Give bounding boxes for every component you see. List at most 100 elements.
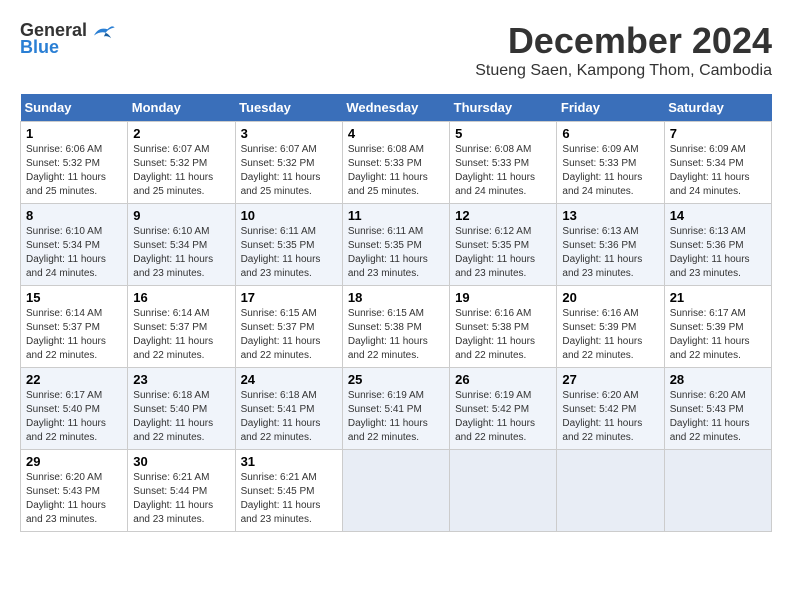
- page-container: General Blue December 2024 Stueng Saen, …: [20, 20, 772, 532]
- day-info: Sunrise: 6:07 AMSunset: 5:32 PMDaylight:…: [241, 143, 337, 199]
- day-info: Sunrise: 6:17 AMSunset: 5:40 PMDaylight:…: [26, 389, 122, 445]
- week-row-4: 22 Sunrise: 6:17 AMSunset: 5:40 PMDayligh…: [21, 368, 772, 450]
- weekday-sunday: Sunday: [21, 94, 128, 122]
- day-number: 1: [26, 126, 122, 141]
- day-cell: 24 Sunrise: 6:18 AMSunset: 5:41 PMDayligh…: [235, 368, 342, 450]
- day-info: Sunrise: 6:21 AMSunset: 5:44 PMDaylight:…: [133, 471, 229, 527]
- day-cell: 28 Sunrise: 6:20 AMSunset: 5:43 PMDayligh…: [664, 368, 771, 450]
- day-cell: 13Sunrise: 6:13 AMSunset: 5:36 PMDayligh…: [557, 204, 664, 286]
- day-cell: 4Sunrise: 6:08 AMSunset: 5:33 PMDaylight…: [342, 122, 449, 204]
- day-number: 15: [26, 290, 122, 305]
- day-number: 8: [26, 208, 122, 223]
- day-cell: [450, 450, 557, 532]
- day-cell: [557, 450, 664, 532]
- day-info: Sunrise: 6:18 AMSunset: 5:40 PMDaylight:…: [133, 389, 229, 445]
- day-cell: 15 Sunrise: 6:14 AMSunset: 5:37 PMDayligh…: [21, 286, 128, 368]
- weekday-saturday: Saturday: [664, 94, 771, 122]
- day-number: 11: [348, 208, 444, 223]
- day-info: Sunrise: 6:14 AMSunset: 5:37 PMDaylight:…: [26, 307, 122, 363]
- day-cell: 12Sunrise: 6:12 AMSunset: 5:35 PMDayligh…: [450, 204, 557, 286]
- day-number: 31: [241, 454, 337, 469]
- day-info: Sunrise: 6:09 AMSunset: 5:34 PMDaylight:…: [670, 143, 766, 199]
- day-number: 22: [26, 372, 122, 387]
- calendar-table: SundayMondayTuesdayWednesdayThursdayFrid…: [20, 94, 772, 532]
- day-cell: 3 Sunrise: 6:07 AMSunset: 5:32 PMDaylight…: [235, 122, 342, 204]
- day-cell: 6Sunrise: 6:09 AMSunset: 5:33 PMDaylight…: [557, 122, 664, 204]
- day-cell: 29 Sunrise: 6:20 AMSunset: 5:43 PMDayligh…: [21, 450, 128, 532]
- day-number: 3: [241, 126, 337, 141]
- day-info: Sunrise: 6:13 AMSunset: 5:36 PMDaylight:…: [670, 225, 766, 281]
- day-cell: 30Sunrise: 6:21 AMSunset: 5:44 PMDayligh…: [128, 450, 235, 532]
- day-cell: 27Sunrise: 6:20 AMSunset: 5:42 PMDayligh…: [557, 368, 664, 450]
- day-number: 20: [562, 290, 658, 305]
- week-row-5: 29 Sunrise: 6:20 AMSunset: 5:43 PMDayligh…: [21, 450, 772, 532]
- day-info: Sunrise: 6:19 AMSunset: 5:41 PMDaylight:…: [348, 389, 444, 445]
- day-info: Sunrise: 6:20 AMSunset: 5:42 PMDaylight:…: [562, 389, 658, 445]
- weekday-thursday: Thursday: [450, 94, 557, 122]
- day-number: 4: [348, 126, 444, 141]
- month-title: December 2024: [475, 20, 772, 62]
- header: General Blue December 2024 Stueng Saen, …: [20, 20, 772, 90]
- day-info: Sunrise: 6:10 AMSunset: 5:34 PMDaylight:…: [133, 225, 229, 281]
- day-number: 21: [670, 290, 766, 305]
- day-cell: 9 Sunrise: 6:10 AMSunset: 5:34 PMDaylight…: [128, 204, 235, 286]
- day-info: Sunrise: 6:16 AMSunset: 5:38 PMDaylight:…: [455, 307, 551, 363]
- day-number: 5: [455, 126, 551, 141]
- day-number: 29: [26, 454, 122, 469]
- day-info: Sunrise: 6:14 AMSunset: 5:37 PMDaylight:…: [133, 307, 229, 363]
- day-cell: 18 Sunrise: 6:15 AMSunset: 5:38 PMDayligh…: [342, 286, 449, 368]
- day-cell: 20 Sunrise: 6:16 AMSunset: 5:39 PMDayligh…: [557, 286, 664, 368]
- day-cell: 19 Sunrise: 6:16 AMSunset: 5:38 PMDayligh…: [450, 286, 557, 368]
- day-cell: 5 Sunrise: 6:08 AMSunset: 5:33 PMDaylight…: [450, 122, 557, 204]
- day-info: Sunrise: 6:20 AMSunset: 5:43 PMDaylight:…: [670, 389, 766, 445]
- day-info: Sunrise: 6:21 AMSunset: 5:45 PMDaylight:…: [241, 471, 337, 527]
- day-cell: 26Sunrise: 6:19 AMSunset: 5:42 PMDayligh…: [450, 368, 557, 450]
- week-row-1: 1 Sunrise: 6:06 AMSunset: 5:32 PMDaylight…: [21, 122, 772, 204]
- weekday-friday: Friday: [557, 94, 664, 122]
- weekday-wednesday: Wednesday: [342, 94, 449, 122]
- week-row-3: 15 Sunrise: 6:14 AMSunset: 5:37 PMDayligh…: [21, 286, 772, 368]
- day-number: 7: [670, 126, 766, 141]
- day-cell: [664, 450, 771, 532]
- day-cell: 25Sunrise: 6:19 AMSunset: 5:41 PMDayligh…: [342, 368, 449, 450]
- day-cell: 21 Sunrise: 6:17 AMSunset: 5:39 PMDayligh…: [664, 286, 771, 368]
- day-cell: 31 Sunrise: 6:21 AMSunset: 5:45 PMDayligh…: [235, 450, 342, 532]
- day-info: Sunrise: 6:06 AMSunset: 5:32 PMDaylight:…: [26, 143, 122, 199]
- day-cell: 10Sunrise: 6:11 AMSunset: 5:35 PMDayligh…: [235, 204, 342, 286]
- day-cell: 2Sunrise: 6:07 AMSunset: 5:32 PMDaylight…: [128, 122, 235, 204]
- day-info: Sunrise: 6:15 AMSunset: 5:38 PMDaylight:…: [348, 307, 444, 363]
- day-number: 19: [455, 290, 551, 305]
- weekday-header-row: SundayMondayTuesdayWednesdayThursdayFrid…: [21, 94, 772, 122]
- title-area: December 2024 Stueng Saen, Kampong Thom,…: [475, 20, 772, 90]
- day-number: 9: [133, 208, 229, 223]
- day-cell: 23 Sunrise: 6:18 AMSunset: 5:40 PMDayligh…: [128, 368, 235, 450]
- day-info: Sunrise: 6:12 AMSunset: 5:35 PMDaylight:…: [455, 225, 551, 281]
- week-row-2: 8 Sunrise: 6:10 AMSunset: 5:34 PMDaylight…: [21, 204, 772, 286]
- day-cell: 11 Sunrise: 6:11 AMSunset: 5:35 PMDayligh…: [342, 204, 449, 286]
- day-cell: 16 Sunrise: 6:14 AMSunset: 5:37 PMDayligh…: [128, 286, 235, 368]
- day-number: 24: [241, 372, 337, 387]
- day-info: Sunrise: 6:20 AMSunset: 5:43 PMDaylight:…: [26, 471, 122, 527]
- day-number: 28: [670, 372, 766, 387]
- day-cell: 22 Sunrise: 6:17 AMSunset: 5:40 PMDayligh…: [21, 368, 128, 450]
- day-info: Sunrise: 6:17 AMSunset: 5:39 PMDaylight:…: [670, 307, 766, 363]
- day-info: Sunrise: 6:10 AMSunset: 5:34 PMDaylight:…: [26, 225, 122, 281]
- day-number: 2: [133, 126, 229, 141]
- day-number: 18: [348, 290, 444, 305]
- logo-bird-icon: [89, 22, 117, 40]
- day-cell: 8 Sunrise: 6:10 AMSunset: 5:34 PMDaylight…: [21, 204, 128, 286]
- day-info: Sunrise: 6:08 AMSunset: 5:33 PMDaylight:…: [455, 143, 551, 199]
- day-number: 23: [133, 372, 229, 387]
- day-number: 16: [133, 290, 229, 305]
- weekday-monday: Monday: [128, 94, 235, 122]
- day-info: Sunrise: 6:18 AMSunset: 5:41 PMDaylight:…: [241, 389, 337, 445]
- day-number: 26: [455, 372, 551, 387]
- day-cell: 17Sunrise: 6:15 AMSunset: 5:37 PMDayligh…: [235, 286, 342, 368]
- day-info: Sunrise: 6:11 AMSunset: 5:35 PMDaylight:…: [348, 225, 444, 281]
- day-info: Sunrise: 6:15 AMSunset: 5:37 PMDaylight:…: [241, 307, 337, 363]
- day-cell: 14Sunrise: 6:13 AMSunset: 5:36 PMDayligh…: [664, 204, 771, 286]
- logo-blue: Blue: [20, 37, 59, 58]
- day-info: Sunrise: 6:16 AMSunset: 5:39 PMDaylight:…: [562, 307, 658, 363]
- weekday-tuesday: Tuesday: [235, 94, 342, 122]
- location-title: Stueng Saen, Kampong Thom, Cambodia: [475, 62, 772, 80]
